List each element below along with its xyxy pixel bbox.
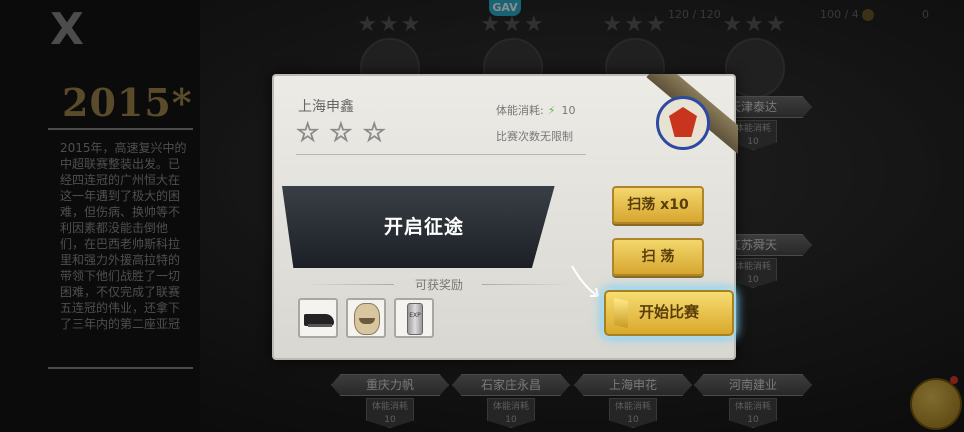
sweep-x10-button[interactable]: 扫荡 x10 — [612, 186, 704, 224]
reward-item[interactable] — [346, 298, 386, 338]
exp-can-icon: EXP — [407, 303, 423, 335]
stamina-cost: 体能消耗: ⚡ 10 — [496, 102, 575, 118]
opponent-name: 上海申鑫 — [298, 99, 354, 115]
coach-face-icon — [354, 303, 380, 335]
exp-label: EXP — [409, 312, 421, 319]
start-journey-banner: 开启征途 — [282, 186, 555, 268]
stamina-cost-value: 10 — [561, 104, 576, 117]
boot-icon — [304, 314, 334, 327]
match-limit-text: 比赛次数无限制 — [496, 130, 573, 143]
flag-icon — [614, 298, 628, 328]
team-crest-icon — [656, 96, 710, 150]
crest-emblem — [669, 107, 697, 137]
rating-stars-icon: ☆☆☆ — [296, 118, 396, 148]
team-ribbon — [626, 74, 738, 184]
reward-item[interactable]: EXP — [394, 298, 434, 338]
stamina-cost-label: 体能消耗: — [496, 104, 544, 117]
sweep-button[interactable]: 扫 荡 — [612, 238, 704, 276]
tutorial-arrow-icon — [571, 265, 599, 297]
rewards-list: EXP — [298, 298, 434, 338]
divider — [296, 154, 586, 155]
reward-item[interactable] — [298, 298, 338, 338]
lightning-icon: ⚡ — [547, 104, 556, 117]
start-match-button[interactable]: 开始比赛 — [604, 290, 734, 336]
start-match-highlight: 开始比赛 — [604, 290, 734, 336]
divider — [482, 284, 572, 285]
start-match-label: 开始比赛 — [638, 303, 699, 321]
